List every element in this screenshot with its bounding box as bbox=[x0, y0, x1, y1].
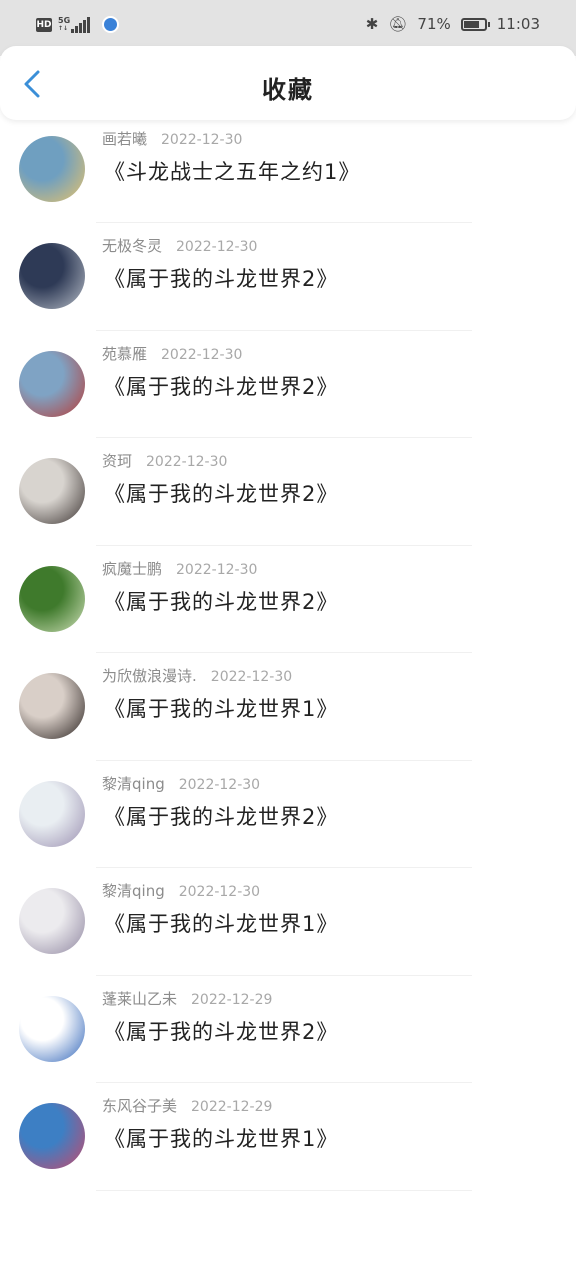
item-meta: 无极冬灵 2022-12-30 bbox=[102, 235, 257, 256]
favorite-list-item[interactable]: 东风谷子美 2022-12-29 《属于我的斗龙世界1》 bbox=[0, 1083, 576, 1191]
item-meta: 黎清qing 2022-12-30 bbox=[102, 773, 260, 794]
author-name: 疯魔士鹏 bbox=[102, 559, 163, 578]
author-name: 蓬莱山乙未 bbox=[102, 989, 178, 1008]
book-title[interactable]: 《属于我的斗龙世界2》 bbox=[104, 586, 338, 616]
app-header: 收藏 bbox=[0, 46, 576, 120]
book-title[interactable]: 《属于我的斗龙世界1》 bbox=[104, 1123, 338, 1153]
favorite-list-item[interactable]: 疯魔士鹏 2022-12-30 《属于我的斗龙世界2》 bbox=[0, 546, 576, 653]
favorites-list: 生安baby2022-12-30《属于我的斗龙世界1》画若曦2022-12-30… bbox=[0, 8, 576, 1191]
item-meta: 疯魔士鹏 2022-12-30 bbox=[102, 558, 257, 579]
item-meta: 蓬莱山乙未 2022-12-29 bbox=[102, 988, 272, 1009]
signal-icon bbox=[71, 16, 91, 33]
item-meta: 画若曦 2022-12-30 bbox=[102, 128, 242, 149]
user-avatar[interactable] bbox=[19, 995, 85, 1062]
favorite-list-item[interactable]: 为欣傲浪漫诗. 2022-12-30 《属于我的斗龙世界1》 bbox=[0, 653, 576, 761]
author-name: 东风谷子美 bbox=[102, 1097, 178, 1115]
page-title: 收藏 bbox=[262, 76, 314, 104]
item-meta: 黎清qing 2022-12-30 bbox=[102, 880, 260, 901]
item-meta: 东风谷子美 2022-12-29 bbox=[102, 1095, 272, 1116]
network-indicator: 5G ↑↓ bbox=[58, 15, 91, 33]
book-title[interactable]: 《属于我的斗龙世界2》 bbox=[104, 371, 338, 401]
status-right: ✱ 🔕︎ 71% 11:03 bbox=[366, 15, 540, 33]
book-title[interactable]: 《属于我的斗龙世界2》 bbox=[104, 478, 338, 508]
item-meta: 苑慕雁 2022-12-30 bbox=[102, 343, 242, 364]
book-title[interactable]: 《属于我的斗龙世界1》 bbox=[104, 693, 338, 723]
status-left: HD 5G ↑↓ bbox=[36, 15, 120, 33]
bluetooth-icon: ✱ bbox=[365, 15, 379, 33]
author-name: 黎清qing bbox=[102, 882, 165, 900]
author-name: 画若曦 bbox=[102, 129, 148, 148]
author-name: 为欣傲浪漫诗. bbox=[102, 667, 197, 685]
favorite-date: 2022-12-30 bbox=[161, 346, 243, 363]
item-meta: 为欣傲浪漫诗. 2022-12-30 bbox=[102, 665, 292, 686]
user-avatar[interactable] bbox=[19, 350, 85, 417]
item-meta: 资珂 2022-12-30 bbox=[102, 450, 227, 471]
favorite-list-item[interactable]: 资珂 2022-12-30 《属于我的斗龙世界2》 bbox=[0, 438, 576, 546]
favorite-list-item[interactable]: 黎清qing 2022-12-30 《属于我的斗龙世界2》 bbox=[0, 761, 576, 868]
book-title[interactable]: 《属于我的斗龙世界2》 bbox=[104, 801, 338, 831]
browser-globe-icon bbox=[102, 16, 120, 33]
mute-bell-icon: 🔕︎ bbox=[388, 15, 408, 33]
favorites-screen: 生安baby2022-12-30《属于我的斗龙世界1》画若曦2022-12-30… bbox=[0, 0, 576, 1280]
item-divider bbox=[96, 1189, 472, 1191]
user-avatar[interactable] bbox=[19, 673, 85, 739]
book-title[interactable]: 《属于我的斗龙世界2》 bbox=[104, 263, 338, 293]
favorite-date: 2022-12-30 bbox=[178, 776, 261, 793]
user-avatar[interactable] bbox=[19, 458, 85, 524]
user-avatar[interactable] bbox=[19, 135, 85, 202]
battery-icon bbox=[460, 17, 490, 31]
favorite-date: 2022-12-30 bbox=[210, 669, 293, 685]
user-avatar[interactable] bbox=[19, 565, 85, 632]
favorite-date: 2022-12-30 bbox=[146, 454, 228, 470]
user-avatar[interactable] bbox=[19, 780, 85, 847]
favorite-date: 2022-12-30 bbox=[176, 561, 258, 578]
favorite-list-item[interactable]: 画若曦 2022-12-30 《斗龙战士之五年之约1》 bbox=[0, 116, 576, 223]
network-label: 5G bbox=[58, 15, 71, 25]
favorite-date: 2022-12-30 bbox=[178, 884, 261, 900]
favorite-list-item[interactable]: 苑慕雁 2022-12-30 《属于我的斗龙世界2》 bbox=[0, 331, 576, 438]
user-avatar[interactable] bbox=[19, 888, 85, 954]
book-title[interactable]: 《属于我的斗龙世界2》 bbox=[104, 1016, 338, 1046]
hd-badge: HD bbox=[36, 17, 52, 32]
author-name: 资珂 bbox=[102, 452, 133, 470]
favorite-date: 2022-12-29 bbox=[191, 991, 273, 1008]
book-title[interactable]: 《斗龙战士之五年之约1》 bbox=[104, 156, 360, 186]
user-avatar[interactable] bbox=[19, 243, 85, 309]
favorite-date: 2022-12-29 bbox=[191, 1099, 273, 1115]
author-name: 黎清qing bbox=[102, 774, 165, 793]
favorite-date: 2022-12-30 bbox=[176, 239, 258, 255]
favorite-list-item[interactable]: 蓬莱山乙未 2022-12-29 《属于我的斗龙世界2》 bbox=[0, 976, 576, 1083]
favorite-list-item[interactable]: 黎清qing 2022-12-30 《属于我的斗龙世界1》 bbox=[0, 868, 576, 976]
favorite-list-item[interactable]: 无极冬灵 2022-12-30 《属于我的斗龙世界2》 bbox=[0, 223, 576, 331]
author-name: 无极冬灵 bbox=[102, 237, 163, 255]
battery-percent: 71% bbox=[417, 15, 451, 33]
user-avatar[interactable] bbox=[19, 1103, 85, 1169]
network-sub-icon: ↑↓ bbox=[58, 24, 69, 32]
favorite-date: 2022-12-30 bbox=[161, 131, 243, 148]
author-name: 苑慕雁 bbox=[102, 344, 148, 363]
book-title[interactable]: 《属于我的斗龙世界1》 bbox=[104, 908, 338, 938]
clock: 11:03 bbox=[496, 15, 540, 33]
